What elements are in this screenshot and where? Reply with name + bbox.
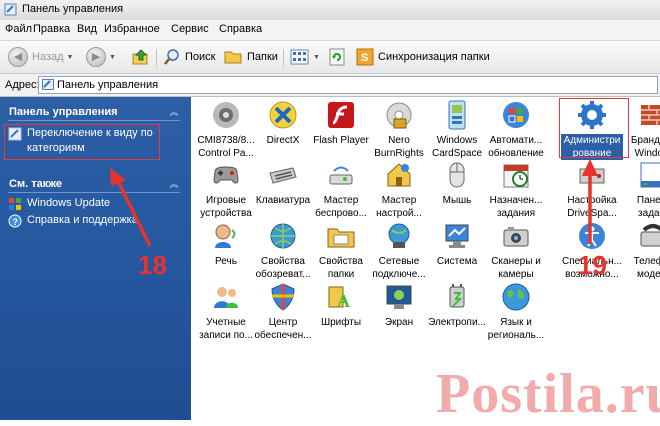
annotation-number-19: 19 — [578, 250, 607, 280]
watermark: Postila.ru — [436, 363, 660, 425]
annotation-arrows — [110, 159, 598, 247]
annotation-number-18: 18 — [138, 250, 167, 280]
